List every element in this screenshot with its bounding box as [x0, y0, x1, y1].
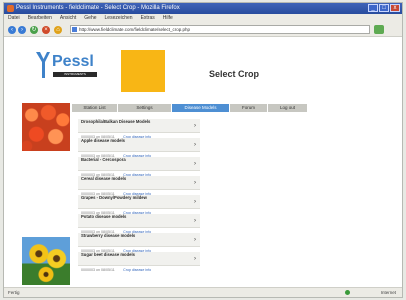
arrow-right-icon[interactable]: › [194, 218, 196, 224]
go-button[interactable] [374, 25, 384, 34]
tab-station-list[interactable]: Station List [72, 104, 118, 112]
main-nav: Station List Settings Disease Models For… [72, 104, 308, 112]
crop-meta: 0000003 on 08/05/11 [81, 268, 115, 272]
logo-subtitle: INSTRUMENTS [53, 72, 97, 77]
back-arrow-icon[interactable]: ‹ [8, 26, 16, 34]
crop-name: Strawberry disease models [81, 233, 136, 238]
arrow-right-icon[interactable]: › [194, 237, 196, 243]
title-bar: Pessl Instruments - fieldclimate - Selec… [4, 3, 402, 14]
pessl-logo: Pessl INSTRUMENTS [34, 49, 98, 81]
list-item[interactable]: Strawberry disease models 0000003 on 08/… [78, 233, 200, 253]
status-bar: Fertig Internet [4, 287, 402, 297]
stop-icon[interactable]: × [42, 26, 50, 34]
tab-log-out[interactable]: Log out [268, 104, 308, 112]
menu-help[interactable]: Hilfe [163, 14, 173, 23]
zone-text: Internet [380, 290, 396, 295]
logo-mark-icon [36, 52, 50, 78]
tab-forum[interactable]: Forum [230, 104, 268, 112]
crop-name: Grapes - Downy/Powdery mildew [81, 195, 147, 200]
status-text: Fertig [8, 290, 20, 295]
arrow-right-icon[interactable]: › [194, 180, 196, 186]
arrow-right-icon[interactable]: › [194, 199, 196, 205]
menu-tools[interactable]: Extras [141, 14, 155, 23]
tab-settings[interactable]: Settings [118, 104, 172, 112]
logo-text: Pessl [52, 53, 94, 70]
maximize-button[interactable]: □ [379, 4, 389, 12]
menu-view[interactable]: Ansicht [60, 14, 76, 23]
menu-edit[interactable]: Bearbeiten [28, 14, 52, 23]
peppers-photo [22, 103, 70, 151]
list-item[interactable]: Drosophila/Balkan Disease Models 0000003… [78, 119, 200, 139]
list-item[interactable]: Grapes - Downy/Powdery mildew 0000003 on… [78, 195, 200, 215]
crop-name: Apple disease models [81, 138, 125, 143]
page-icon [72, 27, 77, 32]
sunflowers-photo [22, 237, 70, 285]
address-bar[interactable]: http://www.fieldclimate.com/fieldclimate… [70, 25, 370, 34]
close-button[interactable]: x [390, 4, 400, 12]
arrow-right-icon[interactable]: › [194, 256, 196, 262]
page-content: Pessl INSTRUMENTS Select Crop Station Li… [4, 37, 402, 289]
list-item[interactable]: Potato disease models 0000003 on 08/05/1… [78, 214, 200, 234]
tab-disease-models[interactable]: Disease Models [172, 104, 230, 112]
crop-name: Drosophila/Balkan Disease Models [81, 119, 151, 124]
list-item[interactable]: Sugar beet disease models 0000003 on 08/… [78, 252, 200, 272]
crop-info-link[interactable]: Crop disease info [123, 268, 151, 272]
arrow-right-icon[interactable]: › [194, 161, 196, 167]
list-item[interactable]: Bacterial - Cercospora 0000003 on 08/05/… [78, 157, 200, 177]
list-item[interactable]: Apple disease models 0000003 on 08/05/11… [78, 138, 200, 158]
crop-name: Potato disease models [81, 214, 127, 219]
crop-name: Sugar beet disease models [81, 252, 135, 257]
internet-zone-icon [345, 290, 350, 295]
page-title: Select Crop [209, 69, 260, 79]
crop-list: Drosophila/Balkan Disease Models 0000003… [78, 119, 200, 272]
crop-name: Cereal disease models [81, 176, 127, 181]
minimize-button[interactable]: _ [368, 4, 378, 12]
firefox-icon [7, 5, 14, 12]
reload-icon[interactable]: ↻ [30, 26, 38, 34]
menu-file[interactable]: Datei [8, 14, 20, 23]
window-controls: _ □ x [368, 4, 400, 12]
forward-arrow-icon[interactable]: › [18, 26, 26, 34]
menu-bar: Datei Bearbeiten Ansicht Gehe Lesezeiche… [4, 14, 402, 23]
brand-color-block [121, 50, 165, 92]
list-item[interactable]: Cereal disease models 0000003 on 08/05/1… [78, 176, 200, 196]
address-text: http://www.fieldclimate.com/fieldclimate… [79, 27, 191, 32]
browser-window: Pessl Instruments - fieldclimate - Selec… [3, 2, 403, 298]
menu-bookmarks[interactable]: Lesezeichen [105, 14, 133, 23]
home-icon[interactable]: ⌂ [54, 26, 62, 34]
arrow-right-icon[interactable]: › [194, 142, 196, 148]
window-title: Pessl Instruments - fieldclimate - Selec… [16, 5, 180, 11]
arrow-right-icon[interactable]: › [194, 123, 196, 129]
crop-name: Bacterial - Cercospora [81, 157, 126, 162]
menu-go[interactable]: Gehe [84, 14, 96, 23]
navigation-toolbar: ‹ › ↻ × ⌂ http://www.fieldclimate.com/fi… [4, 23, 402, 37]
